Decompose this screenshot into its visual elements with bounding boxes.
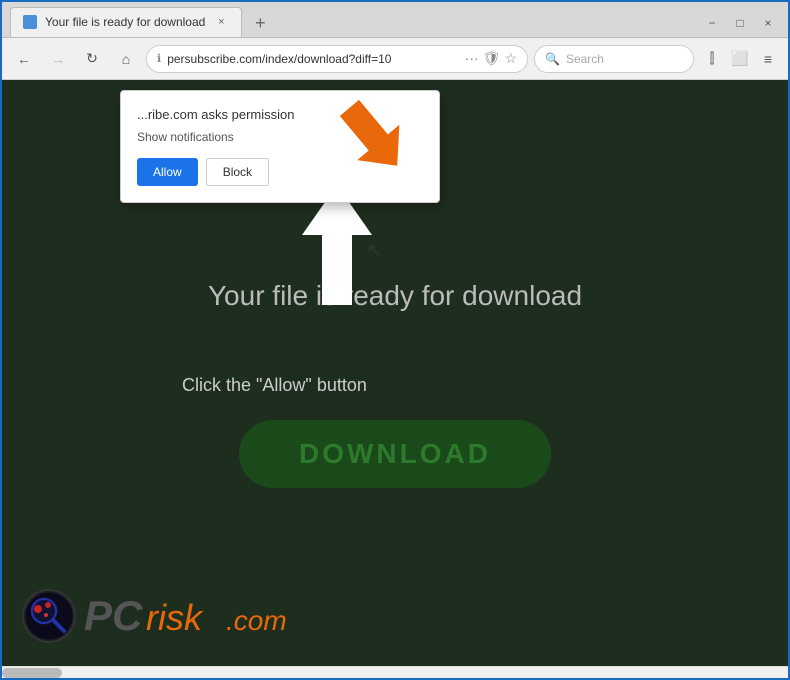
block-button[interactable]: Block [206, 158, 269, 186]
search-placeholder: Search [566, 52, 604, 66]
tab-favicon [23, 15, 37, 29]
bookmark-icon[interactable]: ☆ [504, 50, 517, 67]
home-button[interactable]: ⌂ [112, 45, 140, 73]
minimize-button[interactable]: − [700, 13, 724, 33]
url-text: persubscribe.com/index/download?diff=10 [167, 52, 458, 66]
mouse-cursor: ↖ [367, 240, 382, 261]
menu-icon[interactable]: ≡ [756, 47, 780, 71]
logo-text: PC risk .com [84, 586, 304, 646]
close-button[interactable]: × [756, 13, 780, 33]
synced-tabs-icon[interactable]: ⬜ [728, 47, 752, 71]
logo-icon [22, 589, 76, 643]
forward-button: → [44, 45, 72, 73]
address-actions: ··· 🛡 ☆ [465, 50, 517, 67]
back-button[interactable]: ← [10, 45, 38, 73]
search-box[interactable]: 🔍 Search [534, 45, 694, 73]
more-button[interactable]: ··· [465, 50, 479, 67]
orange-arrow-annotation [332, 92, 412, 172]
svg-text:.com: .com [226, 605, 287, 636]
pocket-icon[interactable]: 🛡 [483, 50, 501, 67]
scrollbar-thumb[interactable] [2, 668, 62, 678]
search-icon: 🔍 [545, 52, 560, 66]
window-controls: − □ × [700, 13, 780, 37]
pcrisk-logo: PC risk .com [22, 586, 304, 646]
browser-window: Your file is ready for download × + − □ … [2, 2, 788, 678]
svg-text:PC: PC [84, 592, 143, 639]
download-button[interactable]: DOWNLOAD [239, 420, 551, 488]
toolbar-end: ⫿ ⬜ ≡ [700, 47, 780, 71]
download-button-container: DOWNLOAD [239, 420, 551, 488]
tab-bar: Your file is ready for download × + − □ … [2, 2, 788, 38]
new-tab-button[interactable]: + [246, 9, 274, 37]
page-heading: Your file is ready for download [2, 280, 788, 312]
horizontal-scrollbar[interactable] [2, 666, 788, 678]
security-icon: ℹ [157, 52, 161, 65]
svg-text:risk: risk [146, 597, 204, 638]
click-instruction: Click the "Allow" button [182, 375, 367, 396]
toolbar: ← → ↻ ⌂ ℹ persubscribe.com/index/downloa… [2, 38, 788, 80]
address-bar[interactable]: ℹ persubscribe.com/index/download?diff=1… [146, 45, 528, 73]
active-tab[interactable]: Your file is ready for download × [10, 7, 242, 37]
tab-title: Your file is ready for download [45, 15, 205, 29]
page-content: Your file is ready for download [2, 280, 788, 312]
content-area: ...ribe.com asks permission Show notific… [2, 80, 788, 666]
allow-button[interactable]: Allow [137, 158, 198, 186]
maximize-button[interactable]: □ [728, 13, 752, 33]
reload-button[interactable]: ↻ [78, 45, 106, 73]
tab-close-button[interactable]: × [213, 14, 229, 30]
reading-list-icon[interactable]: ⫿ [700, 47, 724, 71]
